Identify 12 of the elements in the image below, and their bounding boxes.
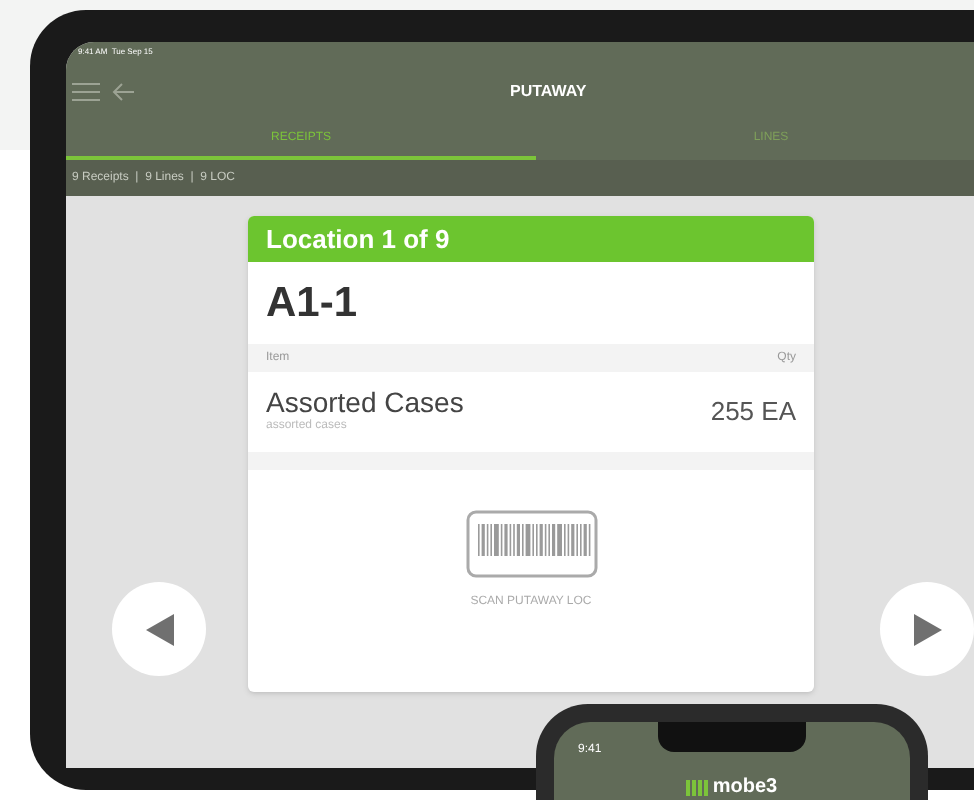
left-triangle-icon — [145, 613, 173, 645]
item-name: Assorted Cases — [266, 388, 464, 418]
logo-icon — [686, 780, 709, 796]
brand-name: mobe3 — [712, 778, 778, 798]
previous-button[interactable] — [112, 582, 206, 676]
location-code: A1-1 — [266, 277, 358, 330]
right-triangle-icon — [913, 613, 941, 645]
header-title: PUTAWAY — [510, 80, 587, 104]
next-button[interactable] — [880, 582, 974, 676]
barcode-icon — [465, 510, 597, 578]
item-quantity: 255 EA — [710, 394, 796, 431]
card-header: Location 1 of 9 — [266, 221, 450, 258]
